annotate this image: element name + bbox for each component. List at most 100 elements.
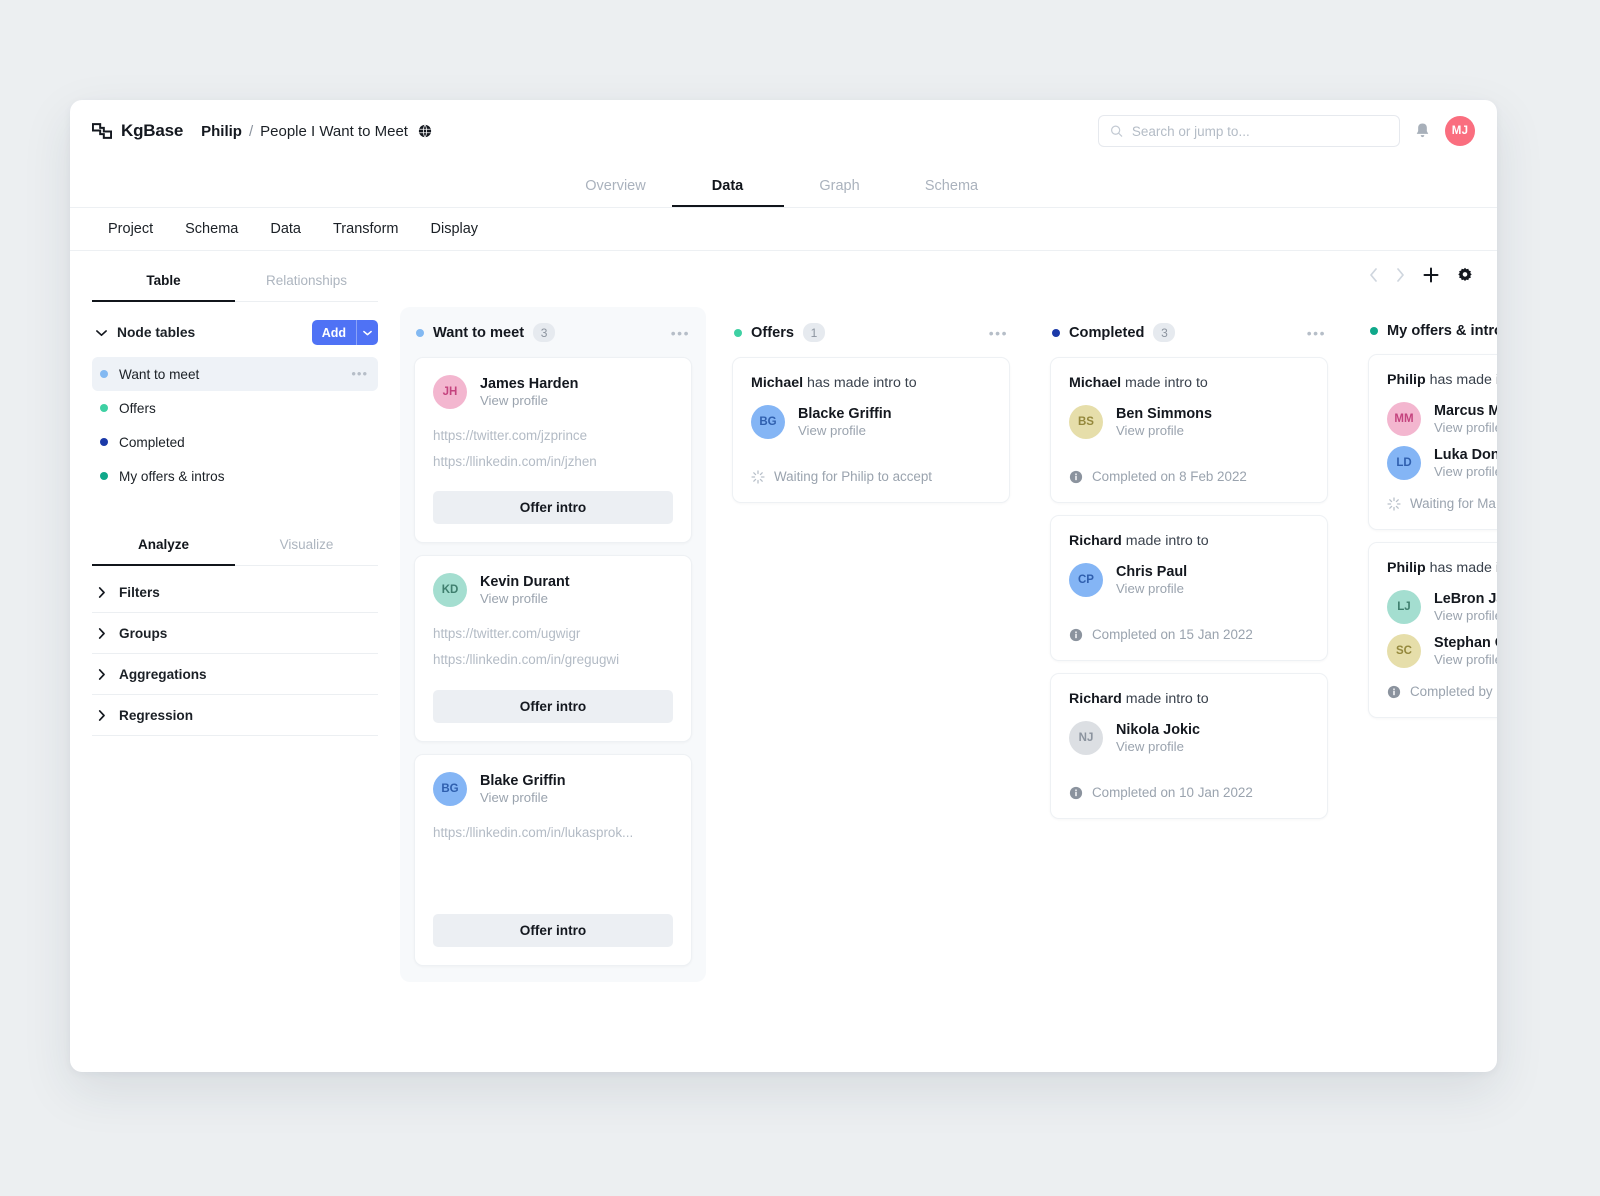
status-dot	[734, 328, 742, 337]
accordion-row-regression[interactable]: Regression	[92, 695, 378, 736]
profile-link[interactable]: https://twitter.com/jzprince	[433, 423, 673, 449]
tab-data[interactable]: Data	[671, 178, 784, 207]
person-card[interactable]: JH James Harden View profile https://twi…	[414, 357, 692, 544]
kgbase-logo-icon	[92, 123, 112, 139]
breadcrumb-title[interactable]: People I Want to Meet	[260, 123, 408, 140]
user-avatar[interactable]: MJ	[1445, 116, 1475, 146]
intro-card[interactable]: Richard made intro to NJ Nikola Jokic Vi…	[1050, 673, 1328, 819]
profile-link[interactable]: https:/llinkedin.com/in/jzhen	[433, 449, 673, 475]
notifications-bell-icon[interactable]	[1414, 122, 1431, 140]
view-profile-link[interactable]: View profile	[1434, 464, 1497, 479]
intro-actor: Philip	[1387, 560, 1426, 576]
card-status-text: Completed by	[1410, 684, 1493, 699]
previous-page-icon[interactable]	[1369, 268, 1378, 282]
sidebar-tab-analyze[interactable]: Analyze	[92, 515, 235, 566]
person-row[interactable]: SC Stephan Curry View profile	[1387, 634, 1497, 668]
person-card[interactable]: KD Kevin Durant View profile https://twi…	[414, 555, 692, 742]
offer-intro-button[interactable]: Offer intro	[433, 491, 673, 525]
more-options-icon[interactable]: •••	[671, 326, 690, 340]
view-profile-link[interactable]: View profile	[1434, 420, 1497, 435]
profile-link[interactable]: https:/llinkedin.com/in/lukasprok...	[433, 820, 673, 846]
chevron-right-icon	[98, 586, 106, 598]
intro-card[interactable]: Philip has made intro to MM Marcus Mu Vi…	[1368, 354, 1497, 530]
subnav-item-transform[interactable]: Transform	[317, 221, 415, 237]
subnav-item-display[interactable]: Display	[415, 221, 495, 237]
gear-icon[interactable]	[1457, 267, 1473, 283]
intro-card[interactable]: Michael has made intro to BG Blacke Grif…	[732, 357, 1010, 503]
avatar: NJ	[1069, 721, 1103, 755]
board-column-my-offers-and-intros: My offers & intros ••• Philip has made i…	[1354, 307, 1497, 1072]
avatar: BS	[1069, 405, 1103, 439]
breadcrumb: Philip / People I Want to Meet	[201, 123, 432, 140]
search-input[interactable]	[1131, 123, 1388, 139]
chevron-down-icon[interactable]	[96, 329, 107, 337]
intro-actor: Richard	[1069, 533, 1122, 549]
person-card[interactable]: BG Blake Griffin View profile https:/lli…	[414, 753, 692, 966]
sidebar-analyze-tabs: Analyze Visualize	[92, 515, 378, 566]
view-profile-link[interactable]: View profile	[1434, 608, 1497, 623]
person-row[interactable]: KD Kevin Durant View profile	[433, 573, 673, 608]
person-row[interactable]: LJ LeBron James View profile	[1387, 590, 1497, 624]
view-profile-link[interactable]: View profile	[480, 393, 578, 408]
offer-intro-button[interactable]: Offer intro	[433, 913, 673, 947]
card-status: Completed on 10 Jan 2022	[1069, 785, 1309, 800]
sidebar-tab-table[interactable]: Table	[92, 251, 235, 302]
accordion-row-groups[interactable]: Groups	[92, 613, 378, 654]
info-icon	[1069, 628, 1083, 642]
view-profile-link[interactable]: View profile	[1434, 652, 1497, 667]
tab-schema[interactable]: Schema	[896, 178, 1008, 207]
offer-intro-button[interactable]: Offer intro	[433, 689, 673, 723]
sidebar-tab-visualize[interactable]: Visualize	[235, 515, 378, 566]
intro-card[interactable]: Richard made intro to CP Chris Paul View…	[1050, 515, 1328, 661]
column-count-badge: 1	[802, 323, 825, 342]
person-row[interactable]: CP Chris Paul View profile	[1069, 563, 1309, 597]
intro-card[interactable]: Philip has made intro to LJ LeBron James…	[1368, 542, 1497, 718]
tab-overview[interactable]: Overview	[560, 178, 672, 207]
person-row[interactable]: BS Ben Simmons View profile	[1069, 405, 1309, 439]
person-links: https://twitter.com/jzprince https:/llin…	[433, 423, 673, 475]
person-row[interactable]: NJ Nikola Jokic View profile	[1069, 721, 1309, 755]
sidebar-item-offers[interactable]: Offers	[92, 391, 378, 425]
add-button-chevron-down-icon[interactable]	[357, 320, 378, 345]
accordion-row-aggregations[interactable]: Aggregations	[92, 654, 378, 695]
status-dot	[1052, 328, 1060, 337]
view-profile-link[interactable]: View profile	[798, 423, 892, 438]
person-row[interactable]: LD Luka Doncic View profile	[1387, 446, 1497, 480]
profile-link[interactable]: https://twitter.com/ugwigr	[433, 621, 673, 647]
view-profile-link[interactable]: View profile	[480, 591, 570, 606]
more-options-icon[interactable]: •••	[351, 367, 368, 380]
add-button[interactable]: Add	[311, 320, 378, 345]
view-profile-link[interactable]: View profile	[480, 790, 566, 805]
view-profile-link[interactable]: View profile	[1116, 423, 1212, 438]
person-row[interactable]: JH James Harden View profile	[433, 375, 673, 409]
more-options-icon[interactable]: •••	[1307, 326, 1326, 340]
tab-graph[interactable]: Graph	[784, 178, 896, 207]
person-row[interactable]: BG Blacke Griffin View profile	[751, 405, 991, 439]
sidebar-item-my-offers-and-intros[interactable]: My offers & intros	[92, 459, 378, 493]
breadcrumb-owner[interactable]: Philip	[201, 123, 242, 140]
intro-headline: Michael made intro to	[1069, 375, 1309, 391]
subnav-item-project[interactable]: Project	[92, 221, 169, 237]
view-profile-link[interactable]: View profile	[1116, 581, 1187, 596]
brand-logo[interactable]: KgBase	[92, 121, 183, 141]
profile-link[interactable]: https:/llinkedin.com/in/gregugwi	[433, 647, 673, 673]
column-title: My offers & intros	[1387, 323, 1497, 339]
more-options-icon[interactable]: •••	[989, 326, 1008, 340]
subnav-item-schema[interactable]: Schema	[169, 221, 254, 237]
person-row[interactable]: MM Marcus Mu View profile	[1387, 402, 1497, 436]
search-box[interactable]	[1098, 115, 1400, 147]
sidebar-tab-relationships[interactable]: Relationships	[235, 251, 378, 302]
person-row[interactable]: BG Blake Griffin View profile	[433, 771, 673, 806]
intro-headline: Philip has made intro to	[1387, 372, 1497, 388]
status-dot	[100, 472, 108, 480]
globe-icon[interactable]	[418, 124, 432, 138]
subnav-item-data[interactable]: Data	[254, 221, 317, 237]
sidebar-item-completed[interactable]: Completed	[92, 425, 378, 459]
intro-card[interactable]: Michael made intro to BS Ben Simmons Vie…	[1050, 357, 1328, 503]
view-profile-link[interactable]: View profile	[1116, 739, 1200, 754]
intro-phrase: has made intro to	[1429, 372, 1497, 388]
sidebar-item-want-to-meet[interactable]: Want to meet •••	[92, 357, 378, 391]
accordion-row-filters[interactable]: Filters	[92, 572, 378, 613]
add-icon[interactable]	[1423, 267, 1439, 283]
next-page-icon[interactable]	[1396, 268, 1405, 282]
